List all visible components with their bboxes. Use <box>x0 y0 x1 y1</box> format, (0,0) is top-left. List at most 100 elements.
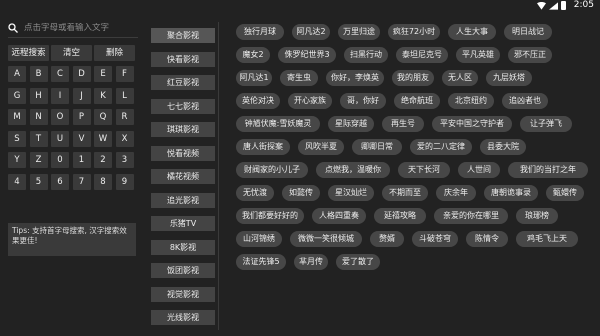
key-x[interactable]: X <box>115 130 134 147</box>
source-item[interactable]: 追光影视 <box>151 192 215 208</box>
result-chip[interactable]: 邪不压正 <box>508 47 552 63</box>
key-3[interactable]: 3 <box>115 152 134 168</box>
result-chip[interactable]: 芈月传 <box>294 254 328 270</box>
source-item[interactable]: 橘花视频 <box>151 169 215 184</box>
result-chip[interactable]: 人世间 <box>458 162 500 178</box>
result-chip[interactable]: 阿凡达2 <box>292 24 330 40</box>
source-item[interactable]: 饭团影视 <box>151 263 215 278</box>
key-0[interactable]: 0 <box>51 152 69 168</box>
key-j[interactable]: J <box>72 87 91 104</box>
source-item[interactable]: 视觉影视 <box>151 286 215 302</box>
result-chip[interactable]: 再生号 <box>382 116 424 132</box>
result-chip[interactable]: 财阀家的小儿子 <box>236 162 308 178</box>
result-chip[interactable]: 甄嬛传 <box>546 185 584 201</box>
key-7[interactable]: 7 <box>72 173 91 190</box>
result-chip[interactable]: 平安中国之守护者 <box>432 116 512 132</box>
result-chip[interactable]: 万里归途 <box>338 24 380 40</box>
result-chip[interactable]: 唐朝诡事录 <box>484 185 538 201</box>
key-h[interactable]: H <box>29 87 48 104</box>
key-a[interactable]: A <box>8 66 26 82</box>
result-chip[interactable]: 人格四重奏 <box>312 208 366 224</box>
result-chip[interactable]: 让子弹飞 <box>520 116 572 132</box>
result-chip[interactable]: 如懿传 <box>282 185 320 201</box>
result-chip[interactable]: 天下长河 <box>398 162 450 178</box>
result-chip[interactable]: 赘婿 <box>370 231 404 247</box>
result-chip[interactable]: 你好，李焕英 <box>326 70 384 86</box>
result-chip[interactable]: 星际穿越 <box>328 116 374 132</box>
remote-search-button[interactable]: 远程搜索 <box>8 45 49 61</box>
key-z[interactable]: Z <box>29 152 48 168</box>
result-chip[interactable]: 明日战记 <box>504 24 552 40</box>
result-chip[interactable]: 侏罗纪世界3 <box>278 47 336 63</box>
key-6[interactable]: 6 <box>51 173 69 190</box>
delete-button[interactable]: 删除 <box>94 45 135 61</box>
key-s[interactable]: S <box>8 130 26 147</box>
result-chip[interactable]: 哥，你好 <box>340 93 386 109</box>
result-chip[interactable]: 法证先锋5 <box>236 254 286 270</box>
source-item[interactable]: 悦看视频 <box>151 145 215 161</box>
result-chip[interactable]: 追凶者也 <box>502 93 548 109</box>
result-chip[interactable]: 县委大院 <box>480 139 526 155</box>
key-b[interactable]: B <box>29 66 48 82</box>
result-chip[interactable]: 卿卿日常 <box>352 139 402 155</box>
result-chip[interactable]: 阿凡达1 <box>236 70 272 86</box>
source-item[interactable]: 快看影视 <box>151 51 215 67</box>
key-n[interactable]: N <box>29 109 48 125</box>
result-chip[interactable]: 星汉灿烂 <box>328 185 374 201</box>
key-p[interactable]: P <box>72 109 91 125</box>
result-chip[interactable]: 泰坦尼克号 <box>396 47 448 63</box>
key-o[interactable]: O <box>51 109 69 125</box>
result-chip[interactable]: 点燃我，温暖你 <box>316 162 390 178</box>
key-r[interactable]: R <box>115 109 134 125</box>
result-chip[interactable]: 不期而至 <box>382 185 428 201</box>
result-chip[interactable]: 亲爱的你在哪里 <box>434 208 508 224</box>
key-d[interactable]: D <box>72 66 91 82</box>
search-bar[interactable] <box>8 18 136 38</box>
key-f[interactable]: F <box>115 66 134 82</box>
result-chip[interactable]: 魔女2 <box>236 47 270 63</box>
key-8[interactable]: 8 <box>94 173 112 190</box>
source-item[interactable]: 乐猪TV <box>151 216 215 231</box>
key-q[interactable]: Q <box>94 109 112 125</box>
source-item[interactable]: 七七影视 <box>151 98 215 114</box>
key-1[interactable]: 1 <box>72 152 91 168</box>
key-l[interactable]: L <box>115 87 134 104</box>
key-4[interactable]: 4 <box>8 173 26 190</box>
result-chip[interactable]: 绝命航班 <box>394 93 440 109</box>
result-chip[interactable]: 斗破苍穹 <box>412 231 458 247</box>
result-chip[interactable]: 疯狂72小时 <box>388 24 440 40</box>
result-chip[interactable]: 我的朋友 <box>392 70 434 86</box>
key-k[interactable]: K <box>94 87 112 104</box>
result-chip[interactable]: 爱的二八定律 <box>410 139 472 155</box>
result-chip[interactable]: 九层妖塔 <box>486 70 532 86</box>
result-chip[interactable]: 我们都要好好的 <box>236 208 304 224</box>
result-chip[interactable]: 庆余年 <box>436 185 476 201</box>
result-chip[interactable]: 人生大事 <box>448 24 496 40</box>
result-chip[interactable]: 英伦对决 <box>236 93 280 109</box>
key-c[interactable]: C <box>51 66 69 82</box>
result-chip[interactable]: 陈情令 <box>466 231 508 247</box>
result-chip[interactable]: 寄生虫 <box>280 70 318 86</box>
key-2[interactable]: 2 <box>94 152 112 168</box>
key-e[interactable]: E <box>94 66 112 82</box>
result-chip[interactable]: 微微一笑很倾城 <box>290 231 362 247</box>
key-u[interactable]: U <box>51 130 69 147</box>
result-chip[interactable]: 唐人街探案 <box>236 139 290 155</box>
key-w[interactable]: W <box>94 130 112 147</box>
key-i[interactable]: I <box>51 87 69 104</box>
result-chip[interactable]: 爱了散了 <box>336 254 380 270</box>
key-g[interactable]: G <box>8 87 26 104</box>
result-chip[interactable]: 山河锦绣 <box>236 231 282 247</box>
source-item[interactable]: 琪琪影视 <box>151 122 215 137</box>
result-chip[interactable]: 鸡毛飞上天 <box>516 231 578 247</box>
key-m[interactable]: M <box>8 109 26 125</box>
search-input[interactable] <box>24 23 134 33</box>
key-9[interactable]: 9 <box>115 173 134 190</box>
source-item[interactable]: 聚合影视 <box>151 28 215 43</box>
result-chip[interactable]: 钟馗伏魔:雪妖魔灵 <box>236 116 320 132</box>
result-chip[interactable]: 无人区 <box>442 70 478 86</box>
clear-button[interactable]: 清空 <box>51 45 92 61</box>
result-chip[interactable]: 延禧攻略 <box>374 208 426 224</box>
result-chip[interactable]: 我们的当打之年 <box>508 162 588 178</box>
result-chip[interactable]: 开心家族 <box>288 93 332 109</box>
